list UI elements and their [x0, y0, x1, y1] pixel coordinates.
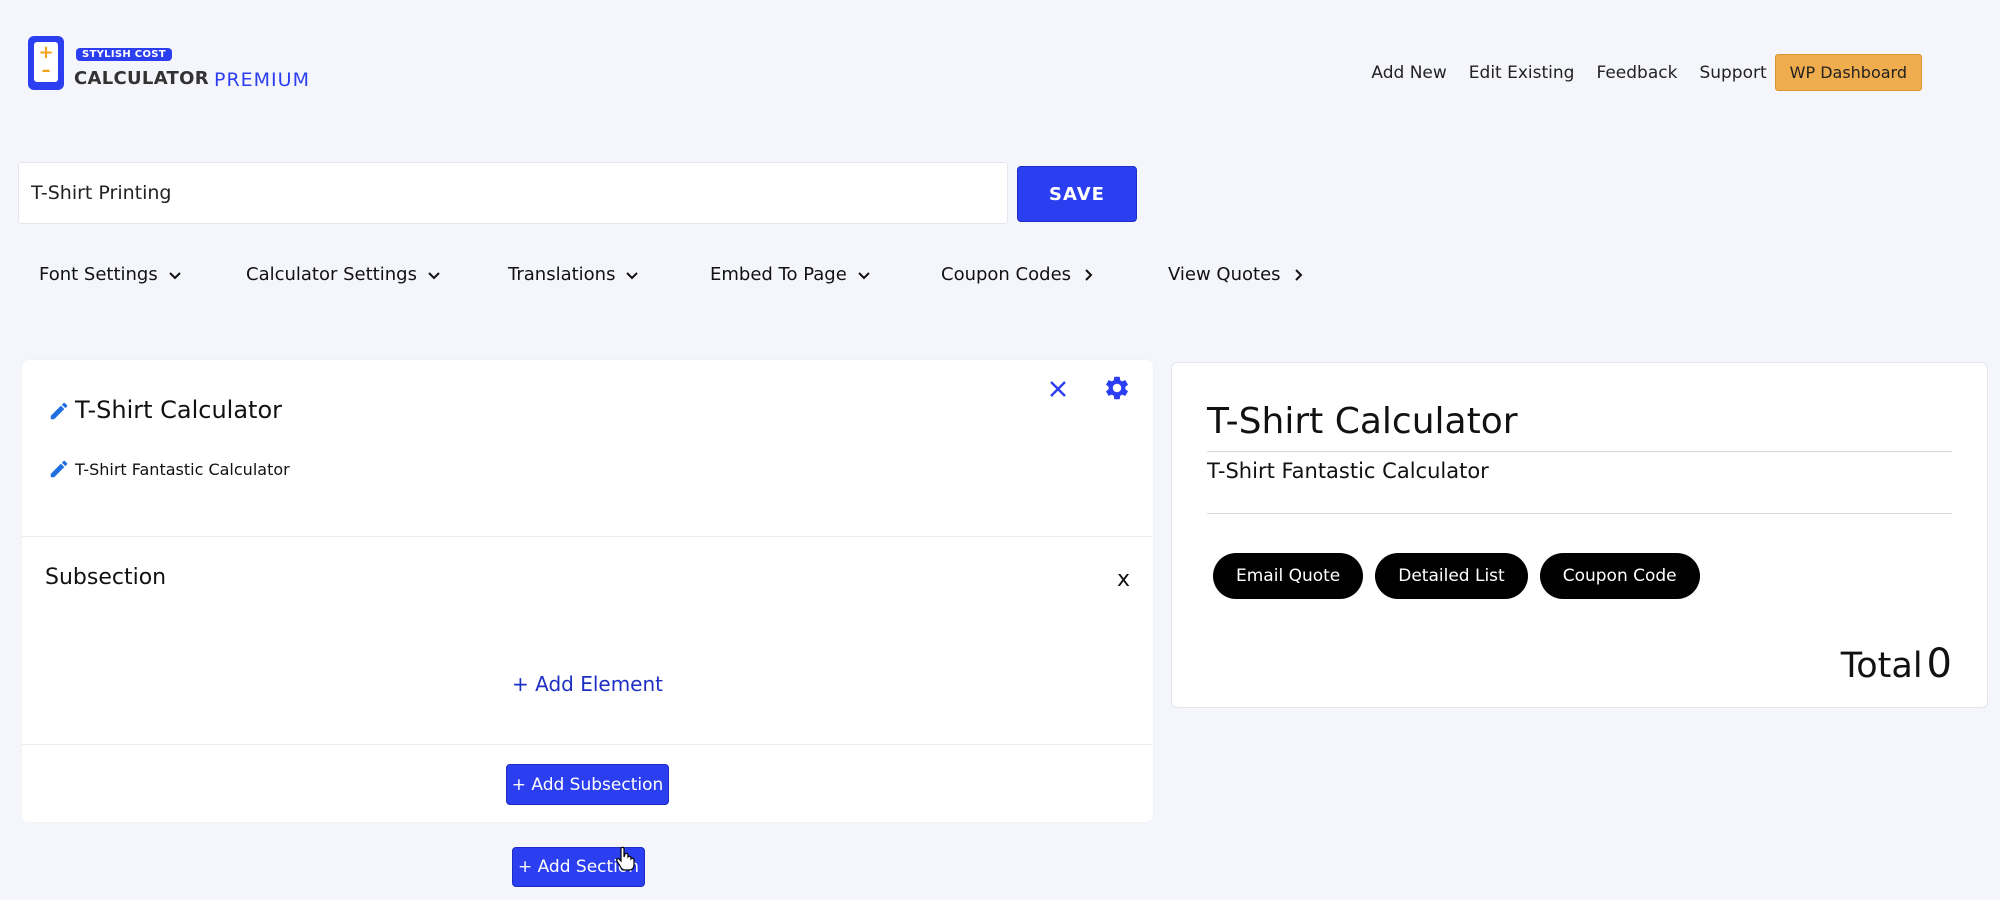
save-button[interactable]: SAVE — [1017, 166, 1137, 222]
menu-item-label: View Quotes — [1168, 264, 1281, 285]
nav-add-new[interactable]: Add New — [1371, 63, 1446, 83]
close-icon[interactable] — [1047, 378, 1069, 400]
preview-subtitle: T-Shirt Fantastic Calculator — [1207, 459, 1489, 483]
edit-pencil-icon[interactable] — [48, 400, 70, 422]
calculator-name-input[interactable] — [18, 162, 1008, 224]
nav-edit-existing[interactable]: Edit Existing — [1469, 63, 1575, 83]
chevron-right-icon — [1294, 268, 1302, 281]
chevron-down-icon — [428, 271, 440, 279]
divider — [22, 536, 1153, 537]
menu-translations[interactable]: Translations — [508, 264, 639, 285]
wp-dashboard-button[interactable]: WP Dashboard — [1774, 54, 1922, 91]
chevron-down-icon — [626, 271, 639, 279]
divider — [1207, 451, 1952, 452]
coupon-code-button[interactable]: Coupon Code — [1539, 553, 1700, 599]
menu-embed-to-page[interactable]: Embed To Page — [710, 264, 871, 285]
logo-badge: STYLISH COST — [76, 48, 172, 61]
nav-feedback[interactable]: Feedback — [1596, 63, 1677, 83]
logo-wordmark: CALCULATOR — [74, 68, 209, 89]
menu-item-label: Calculator Settings — [246, 264, 417, 285]
email-quote-button[interactable]: Email Quote — [1213, 553, 1364, 599]
gear-icon[interactable] — [1103, 374, 1131, 402]
calculator-logo-icon: + – — [28, 36, 64, 90]
menu-view-quotes[interactable]: View Quotes — [1168, 264, 1305, 285]
top-navigation: Add New Edit Existing Feedback Support W… — [1349, 54, 1922, 91]
section-subtitle: T-Shirt Fantastic Calculator — [75, 460, 290, 479]
app-logo: + – STYLISH COST CALCULATOR PREMIUM — [28, 36, 328, 92]
section-editor: T-Shirt Calculator T-Shirt Fantastic Cal… — [22, 360, 1153, 822]
divider — [22, 744, 1153, 745]
add-element-link[interactable]: + Add Element — [22, 672, 1153, 696]
hand-pointer-cursor-icon — [616, 846, 635, 871]
edit-pencil-icon[interactable] — [48, 458, 70, 480]
menu-item-label: Translations — [508, 264, 616, 285]
calculator-preview: T-Shirt Calculator T-Shirt Fantastic Cal… — [1171, 362, 1988, 708]
chevron-down-icon — [858, 271, 870, 279]
remove-subsection-button[interactable]: x — [1117, 567, 1130, 592]
logo-tier: PREMIUM — [214, 69, 310, 91]
preview-actions: Email Quote Detailed List Coupon Code — [1213, 553, 1712, 599]
divider — [1207, 513, 1952, 514]
chevron-down-icon — [169, 271, 181, 279]
nav-support[interactable]: Support — [1699, 63, 1766, 83]
menu-item-label: Coupon Codes — [941, 264, 1072, 285]
menu-calculator-settings[interactable]: Calculator Settings — [246, 264, 441, 285]
subsection-title: Subsection — [45, 565, 167, 590]
menu-item-label: Embed To Page — [710, 264, 847, 285]
detailed-list-button[interactable]: Detailed List — [1375, 553, 1528, 599]
menu-coupon-codes[interactable]: Coupon Codes — [941, 264, 1095, 285]
menu-item-label: Font Settings — [39, 264, 158, 285]
preview-title: T-Shirt Calculator — [1207, 401, 1518, 442]
total-label: Total — [1840, 646, 1923, 686]
menu-font-settings[interactable]: Font Settings — [39, 264, 182, 285]
total-value: 0 — [1926, 641, 1952, 687]
total-display: Total 0 — [1841, 641, 1952, 687]
section-title: T-Shirt Calculator — [75, 396, 283, 424]
chevron-right-icon — [1085, 268, 1093, 281]
add-subsection-button[interactable]: + Add Subsection — [506, 764, 669, 805]
